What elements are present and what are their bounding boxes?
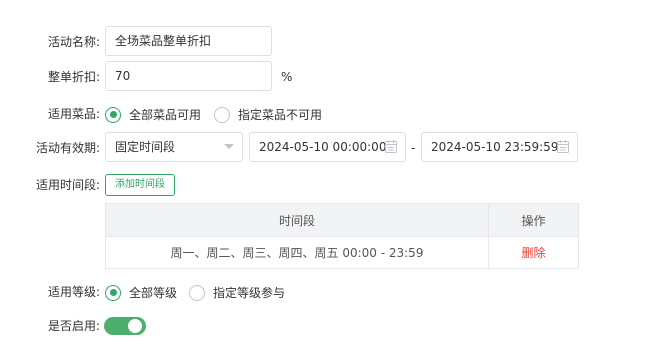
discount-input[interactable]: 70 [105,61,272,91]
radio-unchecked-icon [189,284,205,301]
toggle-knob [128,319,142,333]
dishes-label: 适用菜品: [47,107,100,121]
add-time-slot-button[interactable]: 添加时间段 [105,174,175,196]
column-header-period: 时间段 [105,203,489,237]
table-header-row: 时间段 操作 [105,203,579,237]
calendar-icon [557,140,569,153]
radio-exclude-dishes-label: 指定菜品不可用 [238,108,323,122]
radio-specific-levels-label: 指定等级参与 [213,286,286,300]
start-datetime-value: 2024-05-10 00:00:00 [259,140,387,154]
end-datetime-input[interactable]: 2024-05-10 23:59:59 [421,132,578,162]
discount-label: 整单折扣: [47,70,100,84]
levels-label: 适用等级: [47,285,100,299]
end-datetime-value: 2024-05-10 23:59:59 [431,140,559,154]
radio-checked-icon [105,106,121,123]
enabled-label: 是否启用: [47,319,100,333]
column-header-action: 操作 [488,203,579,237]
radio-unchecked-icon [214,106,230,123]
calendar-icon [385,140,397,153]
validity-label: 活动有效期: [35,141,100,155]
date-range-separator: - [411,141,416,155]
radio-checked-icon [105,284,121,301]
action-cell: 删除 [488,236,579,269]
table-row: 周一、周二、周三、周四、周五 00:00 - 23:59 删除 [105,236,579,269]
activity-name-label: 活动名称: [47,35,100,49]
period-cell: 周一、周二、周三、周四、周五 00:00 - 23:59 [105,236,489,269]
radio-all-dishes[interactable]: 全部菜品可用 [105,106,201,123]
chevron-down-icon [224,144,234,149]
radio-all-levels[interactable]: 全部等级 [105,284,177,301]
start-datetime-input[interactable]: 2024-05-10 00:00:00 [249,132,406,162]
validity-mode-value: 固定时间段 [115,140,176,154]
discount-unit: % [281,70,293,84]
time-slots-label: 适用时间段: [35,178,100,192]
radio-specific-levels[interactable]: 指定等级参与 [189,284,285,301]
activity-name-input[interactable]: 全场菜品整单折扣 [105,26,272,56]
radio-all-dishes-label: 全部菜品可用 [129,108,202,122]
delete-link[interactable]: 删除 [521,246,545,260]
enabled-toggle[interactable] [104,317,146,335]
radio-exclude-dishes[interactable]: 指定菜品不可用 [214,106,322,123]
time-slots-table: 时间段 操作 周一、周二、周三、周四、周五 00:00 - 23:59 删除 [105,203,579,269]
validity-mode-select[interactable]: 固定时间段 [105,132,243,162]
radio-all-levels-label: 全部等级 [129,286,178,300]
